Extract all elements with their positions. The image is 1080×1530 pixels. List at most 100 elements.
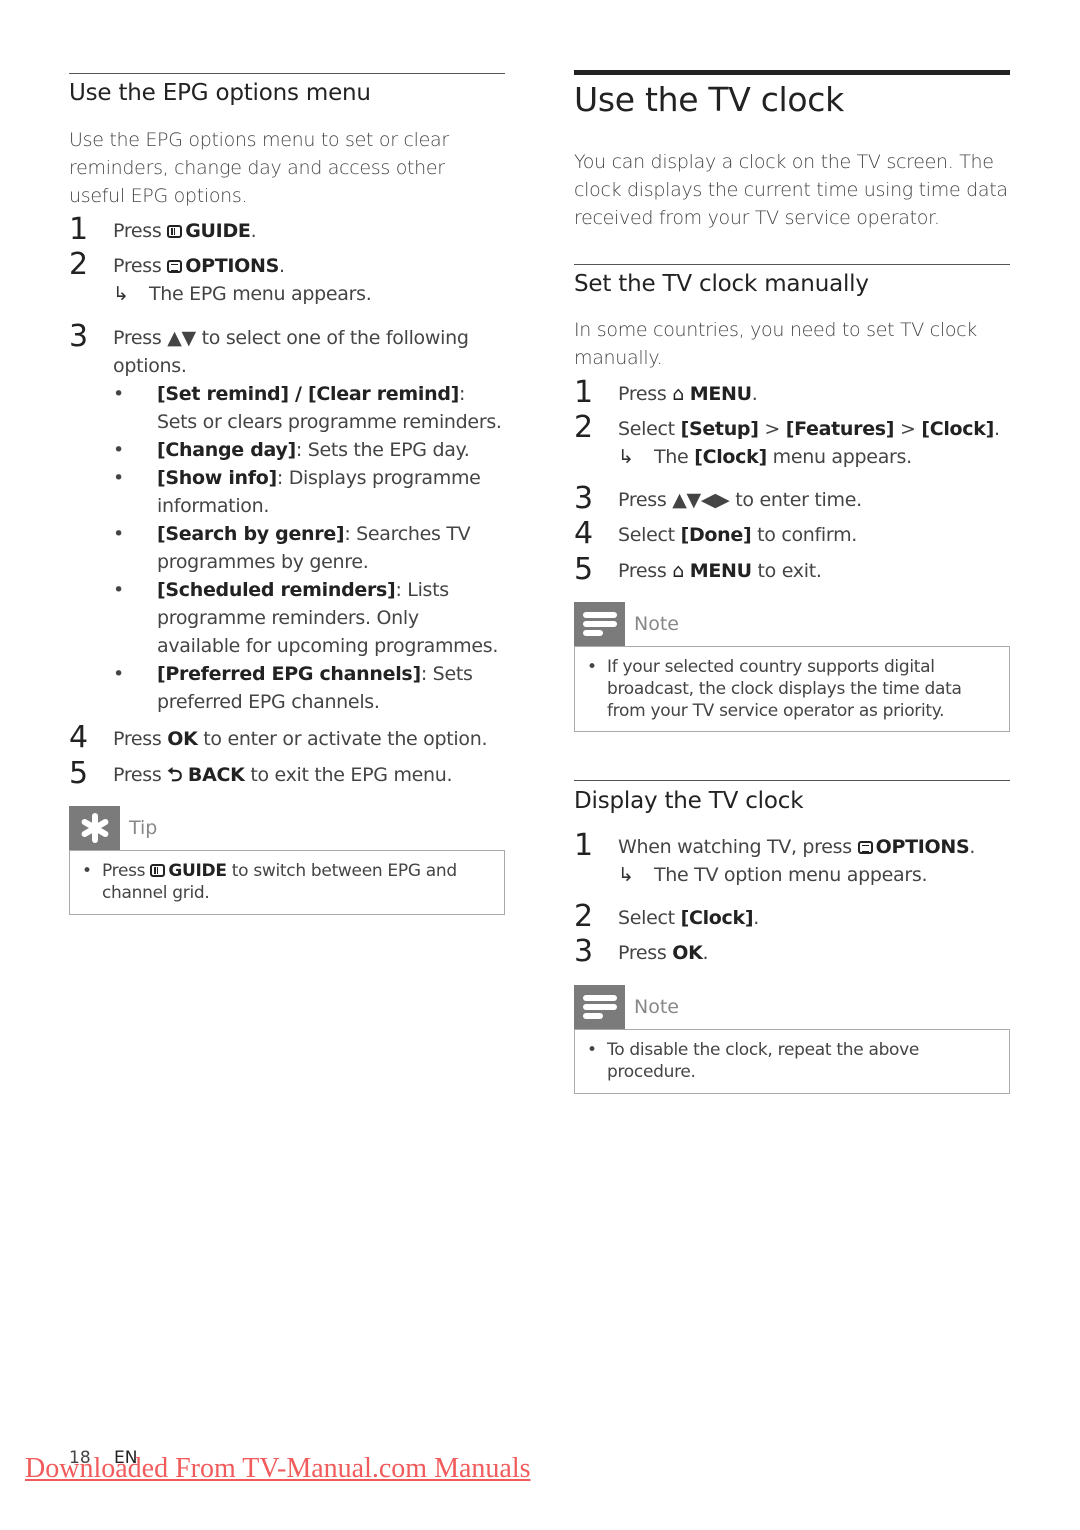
note-body: • To disable the clock, repeat the above … (574, 1029, 1010, 1094)
step-text: . (994, 418, 1000, 440)
option-item: • [Show info]: Displays programme informa… (113, 464, 505, 520)
result-arrow-icon: ↳ (618, 446, 634, 468)
step-result: ↳ The TV option menu appears. (618, 861, 1010, 889)
step-text: Select (618, 418, 681, 440)
step-text: . (279, 255, 285, 277)
step-2: 2 Press OPTIONS. ↳ The EPG menu appears. (69, 249, 505, 308)
step-number: 3 (574, 934, 593, 969)
option-item: • [Search by genre]: Searches TV programm… (113, 520, 505, 576)
step-text: to exit. (751, 560, 822, 582)
separator: > (758, 418, 786, 440)
key-name: GUIDE (185, 220, 251, 242)
result-text: The (654, 446, 695, 468)
note-label: Note (634, 996, 679, 1018)
section-heading: Display the TV clock (574, 788, 804, 814)
watermark-link[interactable]: Downloaded From TV-Manual.com Manuals (25, 1453, 531, 1485)
option-term: [Scheduled reminders] (157, 579, 396, 601)
step-text: . (751, 383, 758, 405)
key-name: OK (672, 942, 703, 964)
result-text: The EPG menu appears. (149, 283, 372, 305)
tip-header: Tip (69, 806, 505, 850)
step-number: 5 (574, 552, 593, 587)
step-text: . (250, 220, 257, 242)
step-number: 5 (69, 756, 88, 791)
options-icon (167, 260, 183, 273)
bullet: • (113, 523, 124, 545)
menu-item-done: [Done] (680, 524, 752, 546)
key-name: OPTIONS (185, 255, 279, 277)
tip-item: • Press GUIDE to switch between EPG and c… (82, 860, 492, 904)
bullet: • (113, 579, 124, 601)
step-5: 5 Press ⌂ MENU to exit. (574, 552, 1010, 587)
step-text: . (969, 836, 976, 858)
note-box: Note • To disable the clock, repeat the a… (574, 985, 1010, 1094)
bullet: • (113, 439, 124, 461)
section-heading: Set the TV clock manually (574, 271, 869, 297)
step-3: 3 Press ▲▼◀▶ to enter time. (574, 481, 1010, 516)
result-arrow-icon: ↳ (113, 283, 129, 305)
section-divider (69, 73, 505, 74)
option-term: [Change day] (157, 439, 296, 461)
step-text: to enter or activate the option. (197, 728, 488, 750)
step-2: 2 Select [Clock]. (574, 899, 1010, 934)
step-result: ↳ The EPG menu appears. (113, 280, 505, 308)
result-arrow-icon: ↳ (618, 864, 634, 886)
step-3: 3 Press ▲▼ to select one of the followin… (69, 319, 505, 716)
step-text: Press (113, 255, 168, 277)
option-desc: : Sets the EPG day. (295, 439, 470, 461)
step-number: 4 (574, 516, 593, 551)
menu-item-setup: [Setup] (680, 418, 759, 440)
tip-box: Tip • Press GUIDE to switch between EPG a… (69, 806, 505, 915)
step-text: Press ▲▼◀▶ to enter time. (618, 489, 862, 511)
step-text: Press (618, 942, 673, 964)
chapter-divider (574, 70, 1010, 75)
options-icon (857, 841, 873, 854)
bullet: • (82, 861, 92, 881)
step-text: Press (113, 728, 168, 750)
note-item: • If your selected country supports digit… (587, 656, 997, 722)
step-number: 1 (574, 828, 593, 863)
note-item: • To disable the clock, repeat the above … (587, 1039, 997, 1083)
step-3: 3 Press OK. (574, 934, 1010, 969)
step-text: Press (113, 764, 168, 786)
step-number: 2 (574, 899, 593, 934)
guide-icon (167, 225, 183, 238)
option-term: [Preferred EPG channels] (157, 663, 421, 685)
step-text: When watching TV, press (618, 836, 858, 858)
step-1: 1 Press GUIDE. (69, 212, 505, 247)
note-header: Note (574, 602, 1010, 646)
section-divider (574, 264, 1010, 265)
step-number: 1 (574, 375, 593, 410)
note-header: Note (574, 985, 1010, 1029)
step-1: 1 Press ⌂ MENU. (574, 375, 1010, 410)
step-number: 3 (574, 481, 593, 516)
key-name: OPTIONS (875, 836, 970, 858)
bullet: • (113, 383, 124, 405)
menu-item-clock: [Clock] (694, 446, 767, 468)
section-intro: In some countries, you need to set TV cl… (574, 319, 978, 369)
step-4: 4 Press OK to enter or activate the opti… (69, 720, 505, 755)
key-name: BACK (187, 764, 245, 786)
step-4: 4 Select [Done] to confirm. (574, 516, 1010, 551)
step-number: 1 (69, 212, 88, 247)
step-text: . (702, 942, 709, 964)
step-1: 1 When watching TV, press OPTIONS. ↳ The … (574, 828, 1010, 889)
note-lines-icon (574, 985, 625, 1029)
key-name: GUIDE (168, 861, 227, 881)
note-box: Note • If your selected country supports … (574, 602, 1010, 732)
menu-item-features: [Features] (785, 418, 895, 440)
back-icon: ⮌ (167, 764, 183, 786)
step-text: Press (113, 220, 168, 242)
tip-body: • Press GUIDE to switch between EPG and c… (69, 850, 505, 915)
step-text: to confirm. (751, 524, 858, 546)
home-icon: ⌂ (672, 560, 685, 582)
step-text: Press ▲▼ to select one of the following … (113, 327, 469, 377)
note-text: To disable the clock, repeat the above p… (607, 1040, 920, 1082)
step-text: . (753, 907, 759, 929)
chapter-title: Use the TV clock (574, 80, 844, 119)
step-number: 4 (69, 720, 88, 755)
note-label: Note (634, 613, 679, 635)
result-text: menu appears. (766, 446, 913, 468)
step-number: 3 (69, 319, 88, 354)
step-number: 2 (574, 410, 593, 445)
